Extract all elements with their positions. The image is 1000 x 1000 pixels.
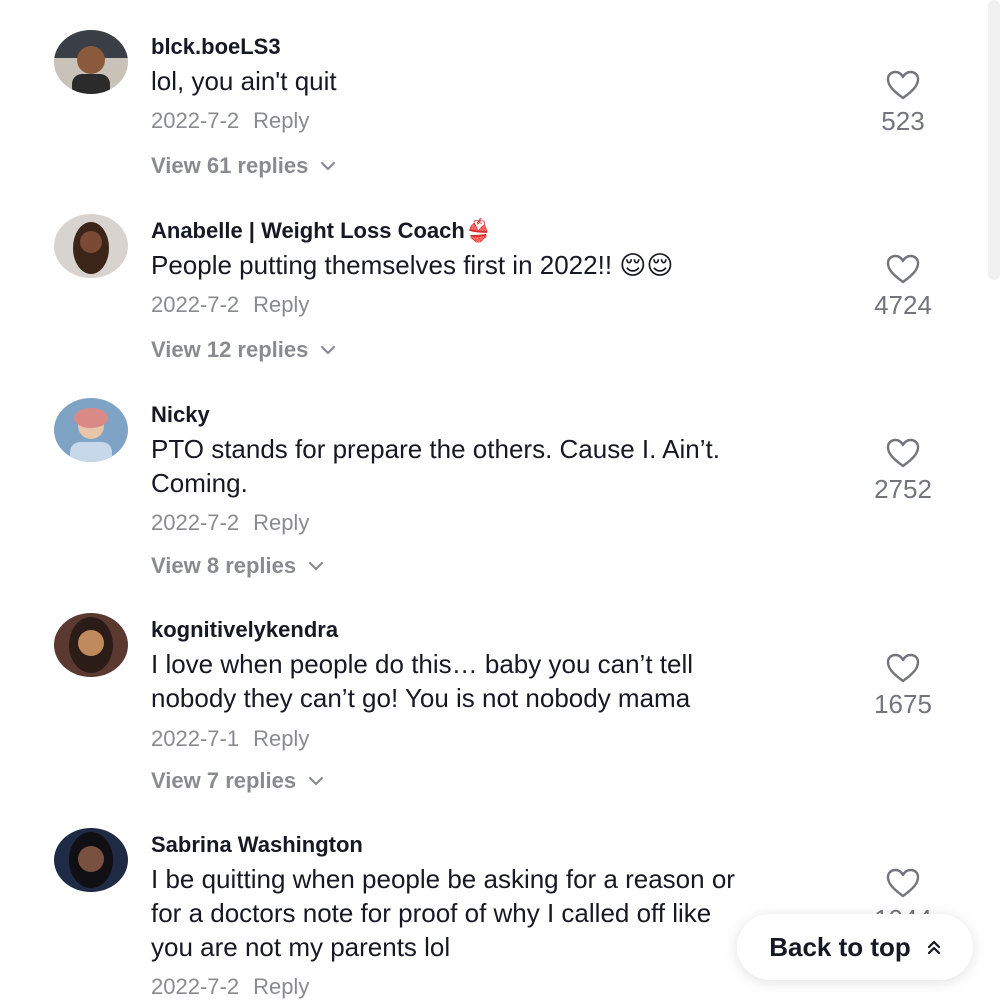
reply-button[interactable]: Reply <box>253 292 309 317</box>
reply-button[interactable]: Reply <box>253 974 309 999</box>
view-replies-button[interactable]: View 61 replies <box>151 153 336 179</box>
like-count: 1675 <box>874 689 932 719</box>
back-to-top-label: Back to top <box>769 931 911 962</box>
reply-button[interactable]: Reply <box>253 726 309 751</box>
comment-username[interactable]: kognitivelykendra <box>151 617 338 643</box>
comment-date: 2022-7-1 <box>151 726 240 751</box>
heart-icon <box>886 438 920 468</box>
avatar[interactable] <box>54 214 128 278</box>
like-button[interactable]: 4724 <box>843 254 963 321</box>
comment-username[interactable]: blck.boeLS3 <box>151 34 281 60</box>
comment-meta: 2022-7-1 Reply <box>151 726 309 752</box>
reply-button[interactable]: Reply <box>253 108 309 133</box>
avatar[interactable] <box>54 613 128 677</box>
comment-date: 2022-7-2 <box>151 974 240 999</box>
comment-date: 2022-7-2 <box>151 510 240 535</box>
like-count: 4724 <box>874 290 932 320</box>
comment-meta: 2022-7-2 Reply <box>151 510 309 536</box>
avatar[interactable] <box>54 828 128 892</box>
heart-icon <box>886 254 920 284</box>
chevron-down-icon <box>321 345 336 355</box>
comment-username[interactable]: Sabrina Washington <box>151 832 363 858</box>
like-button[interactable]: 1675 <box>843 653 963 720</box>
like-button[interactable]: 2752 <box>843 438 963 505</box>
back-to-top-button[interactable]: Back to top <box>737 914 973 980</box>
view-replies-button[interactable]: View 7 replies <box>151 768 324 794</box>
avatar[interactable] <box>54 398 128 462</box>
chevron-down-icon <box>309 776 324 786</box>
chevron-down-icon <box>309 561 324 571</box>
comment-date: 2022-7-2 <box>151 108 240 133</box>
comment-username[interactable]: Anabelle | Weight Loss Coach👙 <box>151 218 492 244</box>
double-chevron-up-icon <box>927 940 940 955</box>
comment-text: PTO stands for prepare the others. Cause… <box>151 434 720 498</box>
heart-icon <box>886 653 920 683</box>
view-replies-button[interactable]: View 12 replies <box>151 337 336 363</box>
heart-icon <box>886 868 920 898</box>
like-count: 2752 <box>874 474 932 504</box>
like-count: 523 <box>881 106 925 136</box>
reply-button[interactable]: Reply <box>253 510 309 535</box>
comment-username[interactable]: Nicky <box>151 402 210 428</box>
chevron-down-icon <box>321 161 336 171</box>
heart-icon <box>886 70 920 100</box>
comment-meta: 2022-7-2 Reply <box>151 974 309 1000</box>
comment-date: 2022-7-2 <box>151 292 240 317</box>
comment-meta: 2022-7-2 Reply <box>151 292 309 318</box>
comment-meta: 2022-7-2 Reply <box>151 108 309 134</box>
like-button[interactable]: 523 <box>843 70 963 137</box>
comment-text: People putting themselves first in 2022!… <box>151 250 674 280</box>
comment-text: I love when people do this… baby you can… <box>151 649 694 713</box>
comment-text: lol, you ain't quit <box>151 66 337 96</box>
scrollbar[interactable] <box>988 0 1000 280</box>
view-replies-button[interactable]: View 8 replies <box>151 553 324 579</box>
avatar[interactable] <box>54 30 128 94</box>
